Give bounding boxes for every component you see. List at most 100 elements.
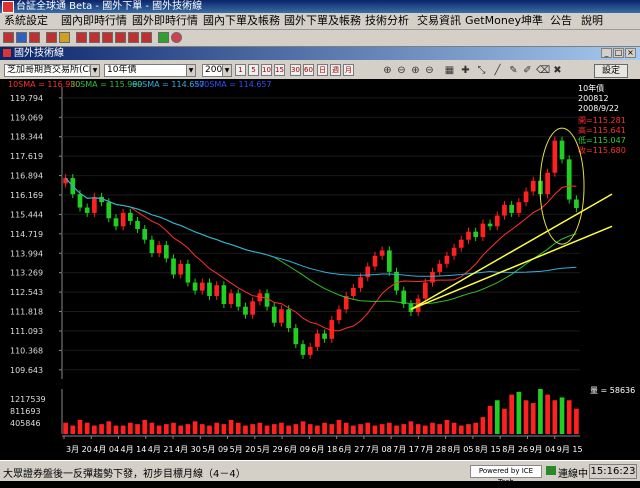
exchange-select[interactable]: 芝加哥期貨交易所(CME) ▼ <box>4 64 100 77</box>
product-select[interactable]: 10年債 ▼ <box>104 64 196 77</box>
volume-bar <box>387 422 392 434</box>
period-select[interactable]: 200812 ▼ <box>202 64 232 77</box>
menu-help[interactable]: 說明 <box>581 14 603 28</box>
volume-bar <box>185 424 191 434</box>
x-tick-label: 5月 09 <box>202 445 228 454</box>
menu-system-settings[interactable]: 系統設定 <box>4 14 48 28</box>
x-tick-label: 6月 09 <box>284 445 310 454</box>
inner-title-bar: 國外技術線 _ □ × <box>0 47 640 60</box>
delete-icon[interactable]: ✖ <box>552 65 563 76</box>
period-day-button[interactable]: 日 <box>317 64 328 76</box>
tool-quote-icon[interactable] <box>3 32 14 43</box>
text-icon[interactable]: ✐ <box>522 65 533 76</box>
minimize-button[interactable]: _ <box>601 48 612 58</box>
window-title: 台証全球通 Beta - 國外下單 - 國外技術線 <box>16 1 203 12</box>
candle <box>293 328 299 345</box>
tool-report-icon[interactable] <box>141 32 152 43</box>
zoom-in-icon[interactable]: ⊕ <box>382 65 393 76</box>
chart-toolbar: 芝加哥期貨交易所(CME) ▼ 10年債 ▼ 200812 ▼ 1 5 10 1… <box>0 62 640 80</box>
grid-icon[interactable]: ▦ <box>444 65 455 76</box>
tool-stock-icon[interactable] <box>76 32 87 43</box>
period-1min-button[interactable]: 1 <box>235 64 246 76</box>
volume-bar <box>286 425 291 434</box>
ma-legend: 10SMA = 116.98030SMA = 115.99960SMA = 11… <box>8 80 272 89</box>
tool-news-icon[interactable] <box>59 32 70 43</box>
tool-futures-icon[interactable] <box>89 32 100 43</box>
candle <box>178 263 184 275</box>
volume-bar <box>365 422 371 434</box>
menu-getmoney[interactable]: GetMoney <box>465 14 521 28</box>
arrow-icon[interactable]: ⤡ <box>476 65 487 76</box>
candle <box>113 218 119 227</box>
chevron-down-icon: ▼ <box>222 65 231 76</box>
main-toolbar <box>0 30 640 47</box>
connection-status: 連線中 <box>558 469 588 480</box>
menu-foreign-quotes[interactable]: 國外即時行情 <box>132 14 198 28</box>
y-tick-label: 110.368 <box>10 346 43 355</box>
menu-domestic-quotes[interactable]: 國內即時行情 <box>61 14 127 28</box>
chevron-down-icon: ▼ <box>90 65 99 76</box>
volume-bar <box>502 408 507 434</box>
tool-chart-icon[interactable] <box>16 32 27 43</box>
zoom-out-icon[interactable]: ⊖ <box>396 65 407 76</box>
volume-bar <box>128 422 133 434</box>
settings-button[interactable]: 設定 <box>594 64 628 78</box>
candle <box>545 172 550 195</box>
status-message: 大眾證券盤後一反彈趨勢下發，初步目標月線（4－4） <box>3 469 246 480</box>
candle <box>422 282 428 299</box>
crosshair-icon[interactable]: ✚ <box>460 65 471 76</box>
menu-announcements[interactable]: 公告 <box>550 14 572 28</box>
zoom-reset-icon[interactable]: ⊖ <box>424 65 435 76</box>
tool-refresh-icon[interactable] <box>158 32 169 43</box>
volume-bar <box>70 425 76 434</box>
tool-order-icon[interactable] <box>29 32 40 43</box>
tool-heart-icon[interactable] <box>171 32 182 43</box>
volume-bar <box>494 400 500 434</box>
candle <box>149 239 155 254</box>
volume-bar <box>315 425 320 434</box>
volume-bar <box>473 422 479 434</box>
candle <box>487 223 493 227</box>
candle <box>502 204 507 216</box>
candle <box>106 202 112 219</box>
tool-account-icon[interactable] <box>46 32 57 43</box>
eraser-icon[interactable]: ⌫ <box>536 65 550 76</box>
candle <box>128 212 133 221</box>
candle <box>207 282 212 296</box>
volume-bar <box>422 425 428 434</box>
maximize-button[interactable]: □ <box>613 48 624 58</box>
candle <box>315 333 320 347</box>
zoom-area-icon[interactable]: ⊕ <box>410 65 421 76</box>
menu-foreign-orders[interactable]: 國外下單及帳務 <box>284 14 361 28</box>
period-month-button[interactable]: 月 <box>343 64 354 76</box>
menu-technical-analysis[interactable]: 技術分析 <box>365 14 409 28</box>
volume-bar <box>343 422 349 434</box>
pencil-icon[interactable]: ✎ <box>508 65 519 76</box>
trendline-icon[interactable]: ╱ <box>492 65 503 76</box>
close-button[interactable]: × <box>625 48 636 58</box>
tool-option-icon[interactable] <box>102 32 113 43</box>
tool-foreign-icon[interactable] <box>115 32 126 43</box>
menu-domestic-orders[interactable]: 國內下單及帳務 <box>203 14 280 28</box>
period-60min-button[interactable]: 60 <box>303 64 314 76</box>
candle <box>300 344 306 355</box>
volume-bar <box>228 419 234 434</box>
price-chart[interactable]: 10SMA = 116.980 30SMA = 115.999 60SMA = 11… <box>0 79 640 460</box>
volume-bar <box>523 400 529 434</box>
candle <box>243 306 248 315</box>
candle <box>142 228 148 240</box>
y-tick-label: 119.794 <box>10 94 43 103</box>
connection-icon <box>546 466 556 475</box>
period-15min-button[interactable]: 15 <box>274 64 285 76</box>
menu-kunzhun[interactable]: 坤準 <box>521 14 543 28</box>
ma-legend-item: 200SMA = 114.657 <box>194 80 272 89</box>
volume-bar <box>142 419 148 434</box>
volume-bar <box>372 425 378 434</box>
menu-trading-info[interactable]: 交易資訊 <box>417 14 461 28</box>
tool-alert-icon[interactable] <box>128 32 139 43</box>
period-week-button[interactable]: 週 <box>330 64 341 76</box>
period-5min-button[interactable]: 5 <box>248 64 259 76</box>
period-30min-button[interactable]: 30 <box>290 64 301 76</box>
period-10min-button[interactable]: 10 <box>261 64 272 76</box>
volume-bar <box>99 424 104 434</box>
